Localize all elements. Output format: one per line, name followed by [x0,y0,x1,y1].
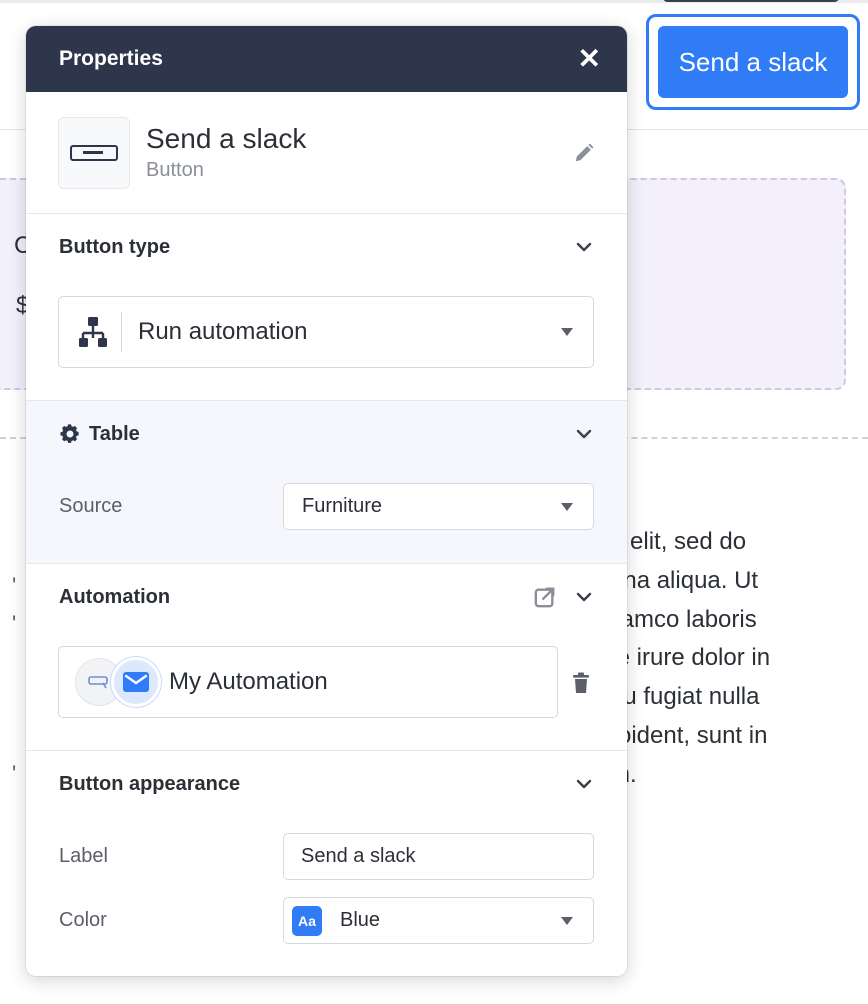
section-title: Button type [59,235,171,258]
text-bullet-mark: ' [12,573,17,598]
pencil-icon[interactable] [573,142,595,169]
paragraph-line: g elit, sed do [610,528,747,555]
section-title: Table [89,422,140,445]
chevron-down-icon[interactable] [574,237,594,257]
source-label: Source [59,495,123,517]
automation-name: My Automation [169,668,328,695]
section-title: Automation [59,585,171,608]
section-table: Table Source Furniture [26,401,627,564]
section-button-appearance: Button appearance Label Color Aa Blue [26,751,627,976]
trash-icon[interactable] [572,672,590,694]
chevron-down-icon[interactable] [574,587,594,607]
component-name: Send a slack [146,123,307,154]
section-button-type: Button type Run automation [26,214,627,401]
external-link-icon[interactable] [534,586,556,608]
caret-down-icon [561,916,573,925]
selected-component-outline[interactable]: Send a slack [646,14,860,110]
color-value: Blue [340,909,381,931]
caret-down-icon [561,502,573,511]
color-field-label: Color [59,909,107,931]
canvas-top-tab[interactable] [662,0,840,2]
label-field-label: Label [59,845,108,867]
section-automation: Automation My Automation [26,564,627,751]
hierarchy-icon [79,317,107,347]
label-input[interactable] [283,833,594,880]
gear-icon [60,424,79,443]
component-summary: Send a slack Button [26,92,627,214]
button-type-value: Run automation [138,318,308,345]
canvas-paragraph: g elit, sed do gna aliqua. Ut llamco lab… [610,523,868,795]
text-bullet-mark: ' [12,761,17,786]
button-component-icon [58,116,130,189]
send-slack-canvas-button[interactable]: Send a slack [658,26,848,98]
component-type: Button [146,159,204,181]
paragraph-line: te irure dolor in [610,644,771,672]
paragraph-line: gna aliqua. Ut [610,566,759,594]
panel-title: Properties [59,47,163,70]
paragraph-line: llamco laboris [610,605,757,633]
panel-header: Properties ✕ [26,26,627,92]
section-title-with-icon: Table [59,423,140,446]
source-value: Furniture [302,495,383,517]
text-style-icon: Aa [292,905,322,936]
mail-icon [111,657,161,707]
button-type-select[interactable]: Run automation [58,296,594,368]
section-title: Button appearance [59,772,241,795]
paragraph-line: eu fugiat nulla [610,683,760,711]
text-bullet-mark: ' [12,611,17,636]
source-select[interactable]: Furniture [283,483,594,530]
chevron-down-icon[interactable] [574,424,594,444]
automation-item[interactable]: My Automation [58,646,558,718]
chevron-down-icon[interactable] [574,774,594,794]
paragraph-line: m. [610,756,868,795]
properties-panel: Properties ✕ Send a slack Button Button … [26,26,627,976]
color-select[interactable]: Aa Blue [283,897,594,944]
close-icon[interactable]: ✕ [578,45,601,73]
paragraph-line: roident, sunt in [610,721,768,749]
caret-down-icon [561,328,573,336]
